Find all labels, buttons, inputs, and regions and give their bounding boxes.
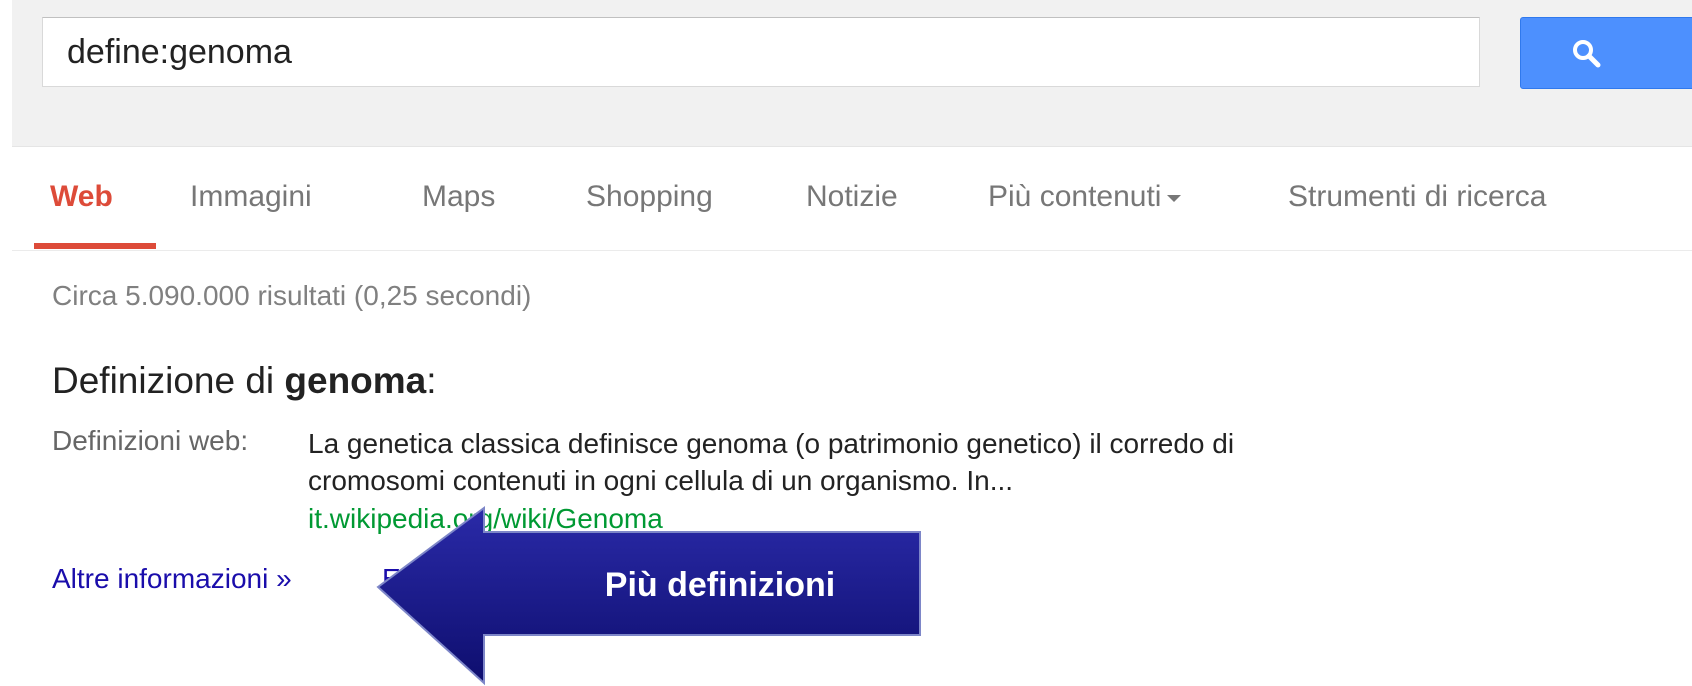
arrow-callout-label: Più definizioni [604,566,836,604]
